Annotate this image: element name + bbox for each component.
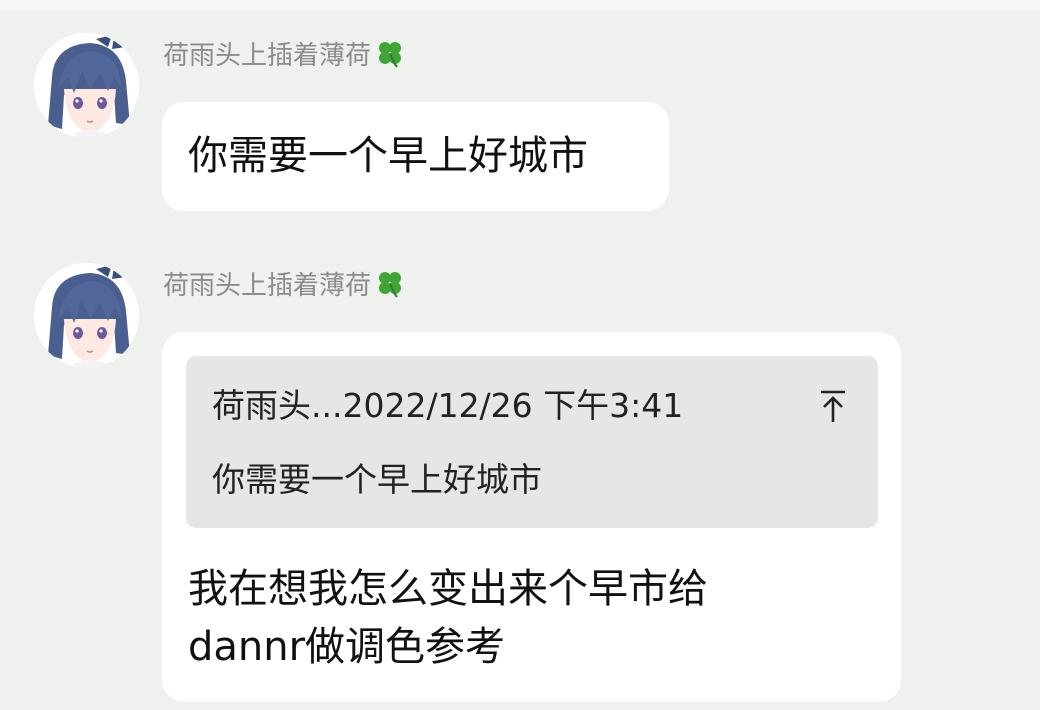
four-leaf-clover-icon xyxy=(375,268,405,305)
avatar-image xyxy=(34,263,139,368)
message-text-line: dannr做调色参考 xyxy=(188,624,506,670)
quote-meta: 荷雨头...2022/12/26 下午3:41 xyxy=(212,386,684,425)
avatar[interactable] xyxy=(34,33,139,138)
message-text: 你需要一个早上好城市 xyxy=(188,133,588,179)
jump-to-original-icon[interactable] xyxy=(816,386,850,426)
sender-name: 荷雨头上插着薄荷 xyxy=(163,268,405,305)
message-text-line: 我在想我怎么变出来个早市给 xyxy=(188,566,708,612)
avatar[interactable] xyxy=(34,263,139,368)
top-strip xyxy=(0,0,1040,10)
sender-name-text: 荷雨头上插着薄荷 xyxy=(163,41,372,71)
quote-text: 你需要一个早上好城市 xyxy=(212,460,542,499)
quoted-message[interactable]: 荷雨头...2022/12/26 下午3:41 你需要一个早上好城市 xyxy=(186,356,878,528)
sender-name-text: 荷雨头上插着薄荷 xyxy=(163,271,372,301)
message-bubble[interactable]: 你需要一个早上好城市 xyxy=(162,102,669,211)
avatar-image xyxy=(34,33,139,138)
message-text: 我在想我怎么变出来个早市给 dannr做调色参考 xyxy=(188,560,848,676)
sender-name: 荷雨头上插着薄荷 xyxy=(163,38,405,75)
message-bubble[interactable]: 荷雨头...2022/12/26 下午3:41 你需要一个早上好城市 我在想我怎… xyxy=(162,332,901,702)
four-leaf-clover-icon xyxy=(375,38,405,75)
